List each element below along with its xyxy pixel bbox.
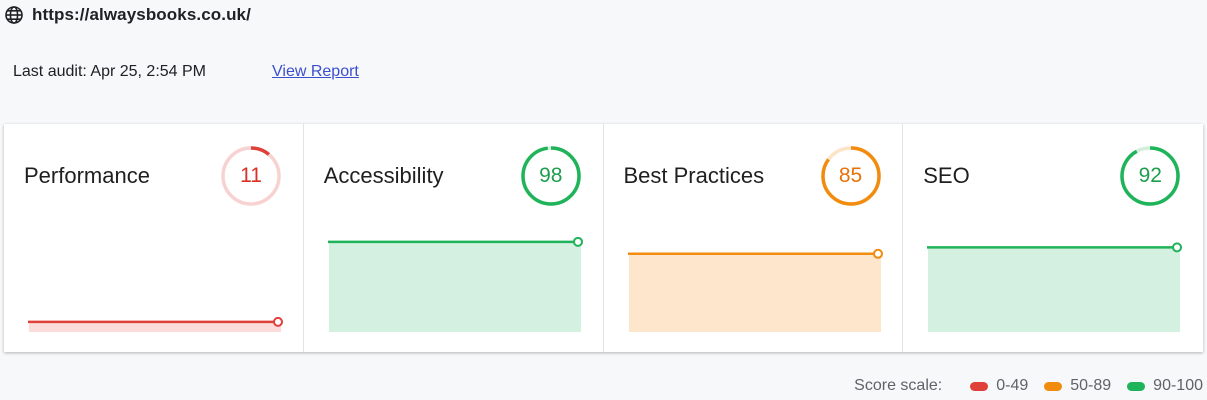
card-title: Best Practices	[623, 163, 765, 188]
trend-point	[572, 236, 583, 247]
trend-area	[29, 321, 281, 332]
score-value: 92	[1138, 164, 1162, 187]
score-scale-legend: Score scale: 0-49 50-89 90-100	[854, 375, 1203, 397]
trend-area	[328, 241, 581, 332]
globe-icon	[4, 5, 24, 25]
score-gauge: 11	[220, 145, 282, 207]
score-value: 11	[240, 164, 262, 187]
card-best-practices[interactable]: Best Practices 85	[604, 124, 904, 352]
legend-swatch	[1127, 381, 1146, 391]
trend-point	[1172, 242, 1183, 253]
legend-label: 0-49	[996, 377, 1029, 394]
score-cards: Performance 11 Accessibility 98 Best Pra…	[4, 124, 1203, 352]
audit-info: Last audit: Apr 25, 2:54 PM View Report	[13, 61, 359, 83]
site-url: https://alwaysbooks.co.uk/	[32, 5, 251, 24]
score-gauge: 92	[1119, 145, 1181, 207]
score-trend-chart	[327, 236, 583, 332]
site-header: https://alwaysbooks.co.uk/	[4, 4, 251, 26]
legend-label: 90-100	[1153, 377, 1203, 394]
legend-label: 50-89	[1070, 377, 1112, 394]
card-title: SEO	[923, 163, 970, 188]
view-report-link[interactable]: View Report	[272, 63, 359, 81]
card-title: Accessibility	[323, 163, 444, 188]
trend-point	[872, 248, 883, 259]
trend-area	[628, 253, 881, 332]
card-title: Performance	[24, 163, 150, 188]
legend-item-good: 90-100	[1127, 377, 1203, 395]
card-accessibility[interactable]: Accessibility 98	[304, 124, 604, 352]
card-seo[interactable]: SEO 92	[903, 124, 1203, 352]
score-trend-chart	[28, 316, 283, 332]
trend-area	[928, 247, 1181, 332]
legend-item-average: 50-89	[1044, 377, 1111, 395]
card-performance[interactable]: Performance 11	[4, 124, 304, 352]
score-gauge: 85	[820, 145, 882, 207]
score-gauge: 98	[520, 145, 582, 207]
legend-item-poor: 0-49	[970, 377, 1028, 395]
score-trend-chart	[627, 248, 883, 332]
score-trend-chart	[927, 242, 1183, 332]
score-value: 98	[539, 164, 563, 187]
last-audit-label: Last audit: Apr 25, 2:54 PM	[13, 63, 207, 80]
score-value: 85	[838, 164, 863, 187]
legend-swatch	[1044, 381, 1063, 391]
trend-point	[273, 316, 283, 327]
legend-title: Score scale:	[854, 377, 943, 394]
legend-swatch	[970, 381, 989, 391]
